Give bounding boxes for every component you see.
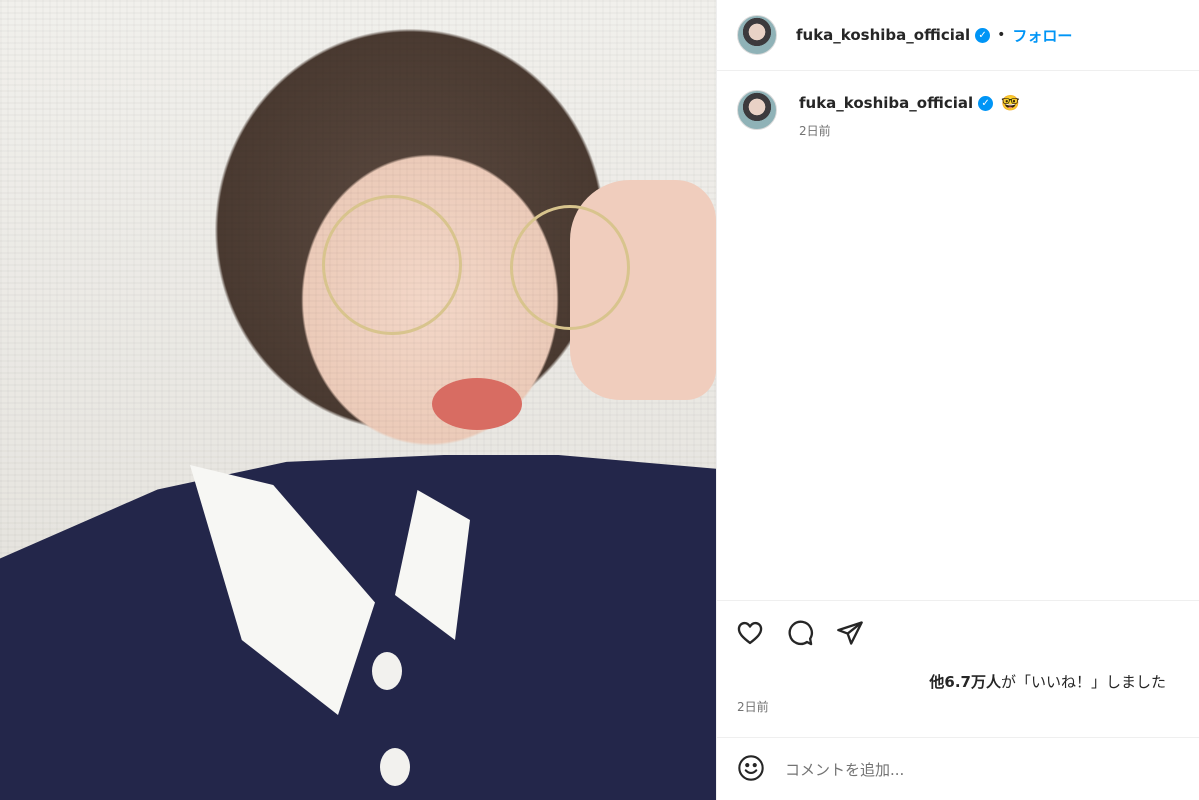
caption-username[interactable]: fuka_koshiba_official — [799, 94, 973, 112]
likes-prefix: 他 — [929, 673, 945, 691]
verified-badge-icon: ✓ — [978, 95, 994, 111]
likes-suffix: が「いいね！」しました — [1000, 673, 1166, 691]
likes-count[interactable]: 他6.7万人が「いいね！」しました — [929, 671, 1166, 692]
photo-lips — [432, 378, 522, 430]
share-icon[interactable] — [835, 619, 865, 647]
header-separator: • — [997, 27, 1006, 43]
post-photo[interactable] — [0, 0, 716, 800]
caption-line: fuka_koshiba_official ✓ 🤓 — [799, 94, 1020, 112]
photo-button-bottom — [380, 748, 410, 786]
header-avatar[interactable] — [737, 15, 777, 55]
verified-badge-icon: ✓ — [975, 27, 991, 43]
caption-emoji: 🤓 — [1001, 94, 1020, 112]
smiley-icon[interactable] — [737, 754, 765, 786]
photo-glasses-right-lens — [510, 205, 630, 330]
post-time[interactable]: 2日前 — [737, 698, 769, 715]
comment-input[interactable] — [785, 760, 1165, 779]
comment-icon[interactable] — [785, 619, 815, 647]
likes-number: 6.7万人 — [944, 673, 1001, 691]
action-icons — [735, 619, 865, 647]
follow-button[interactable]: フォロー — [1012, 25, 1072, 46]
caption-avatar[interactable] — [737, 90, 777, 130]
photo-button-top — [372, 652, 402, 690]
comment-bar — [717, 737, 1199, 800]
caption-body: fuka_koshiba_official ✓ 🤓 2日前 — [799, 90, 1020, 139]
caption-time[interactable]: 2日前 — [799, 122, 1020, 139]
heart-icon[interactable] — [735, 619, 765, 647]
header-username[interactable]: fuka_koshiba_official — [796, 26, 970, 44]
caption: fuka_koshiba_official ✓ 🤓 2日前 — [737, 90, 1020, 139]
post-header: fuka_koshiba_official ✓ • フォロー — [717, 0, 1199, 71]
photo-glasses-left-lens — [322, 195, 462, 335]
post-actions: 他6.7万人が「いいね！」しました 2日前 — [717, 600, 1199, 800]
post-side-panel: fuka_koshiba_official ✓ • フォロー fuka_kosh… — [716, 0, 1199, 800]
